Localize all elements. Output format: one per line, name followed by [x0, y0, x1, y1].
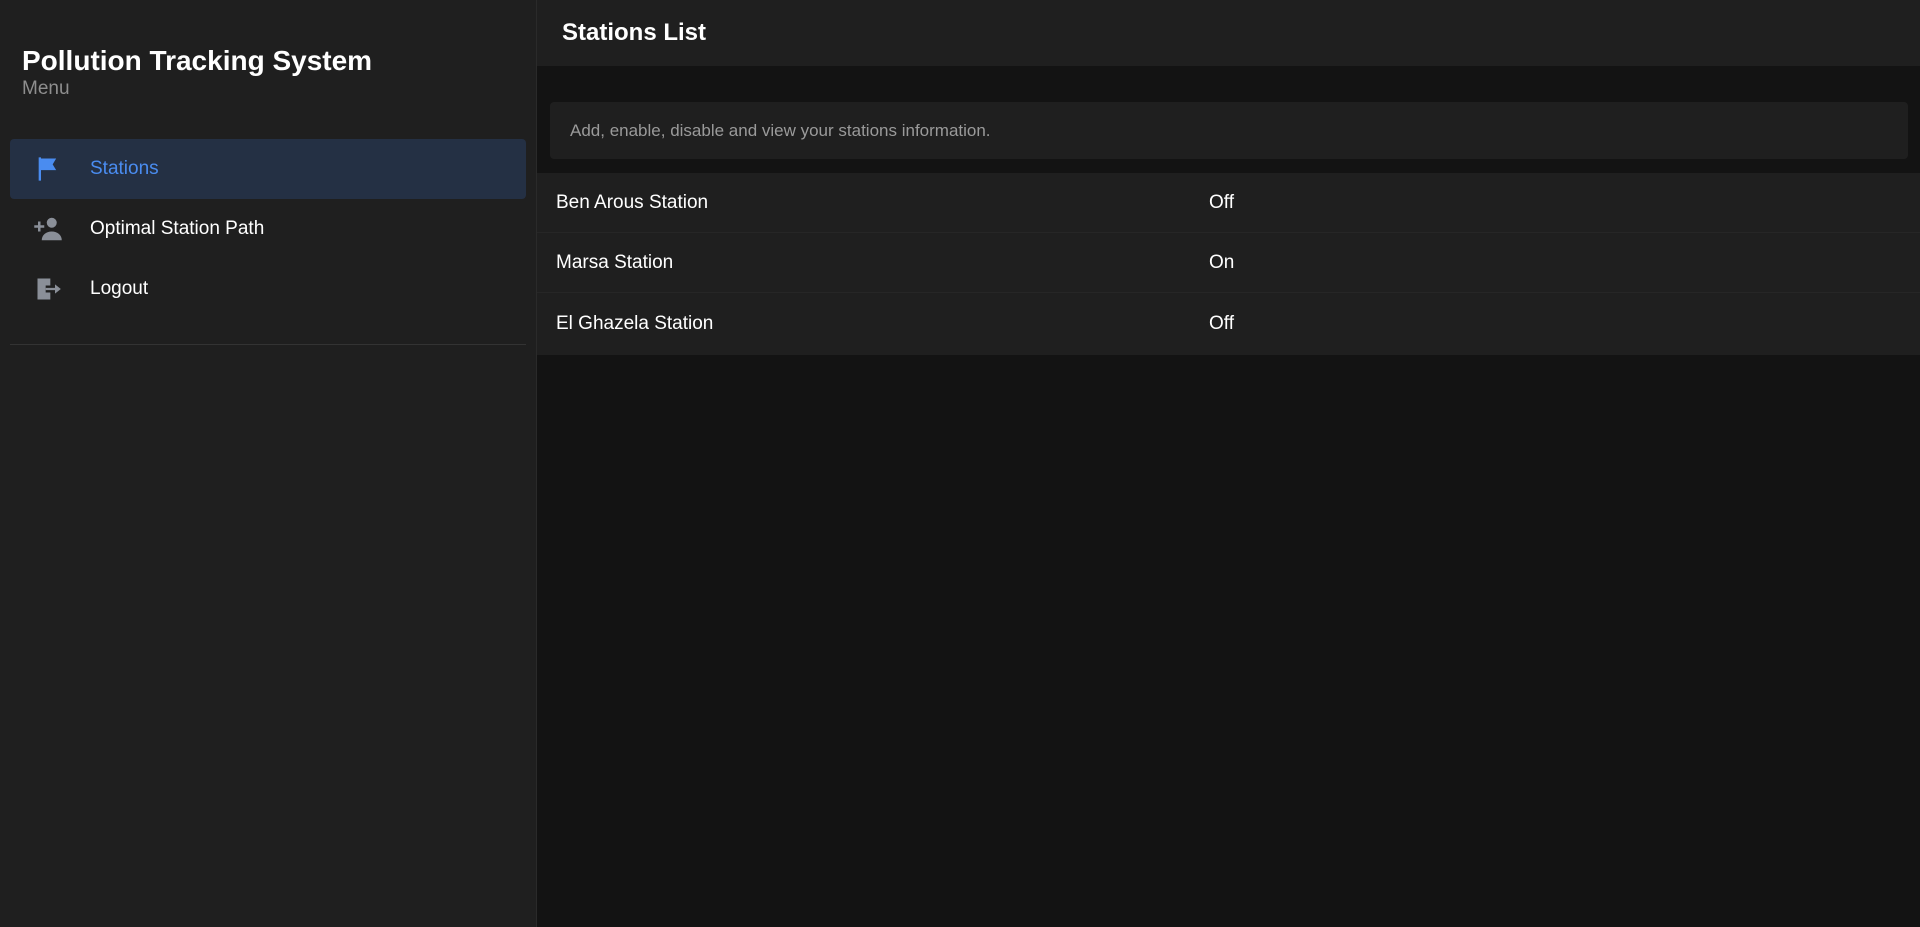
app-title: Pollution Tracking System: [22, 45, 373, 76]
add-user-icon: [10, 214, 80, 244]
sidebar-item-label: Logout: [90, 278, 149, 299]
sidebar-nav: Stations Optimal Station Path Logout: [10, 139, 526, 319]
station-list: Ben Arous Station Off Marsa Station On E…: [537, 173, 1920, 355]
flag-icon: [10, 155, 80, 183]
station-status[interactable]: Off: [1209, 192, 1234, 214]
top-bar: Stations List: [537, 0, 1920, 66]
station-name: Marsa Station: [556, 251, 674, 273]
app-root: Pollution Tracking System Menu Stations: [0, 0, 1920, 927]
info-text: Add, enable, disable and view your stati…: [570, 120, 991, 140]
sidebar-item-label: Optimal Station Path: [90, 218, 265, 239]
station-name: El Ghazela Station: [556, 313, 714, 334]
sidebar: Pollution Tracking System Menu Stations: [0, 0, 537, 927]
brand: Pollution Tracking System Menu: [22, 44, 372, 100]
sidebar-item-logout[interactable]: Logout: [10, 259, 526, 319]
sidebar-divider: [10, 344, 526, 345]
info-section: Add, enable, disable and view your stati…: [537, 66, 1920, 173]
station-name: Ben Arous Station: [556, 191, 709, 213]
sidebar-item-optimal-station-path[interactable]: Optimal Station Path: [10, 199, 526, 259]
station-row[interactable]: Marsa Station On: [537, 233, 1920, 293]
sidebar-item-label: Stations: [90, 158, 159, 179]
station-status[interactable]: On: [1209, 252, 1234, 274]
sidebar-item-stations[interactable]: Stations: [10, 139, 526, 199]
info-banner: Add, enable, disable and view your stati…: [550, 102, 1908, 159]
page-title: Stations List: [562, 19, 707, 46]
menu-label: Menu: [22, 78, 70, 99]
station-row[interactable]: Ben Arous Station Off: [537, 173, 1920, 233]
main-content: Stations List Add, enable, disable and v…: [537, 0, 1920, 927]
logout-icon: [10, 275, 80, 303]
station-row[interactable]: El Ghazela Station Off: [537, 293, 1920, 355]
station-status[interactable]: Off: [1209, 313, 1234, 335]
